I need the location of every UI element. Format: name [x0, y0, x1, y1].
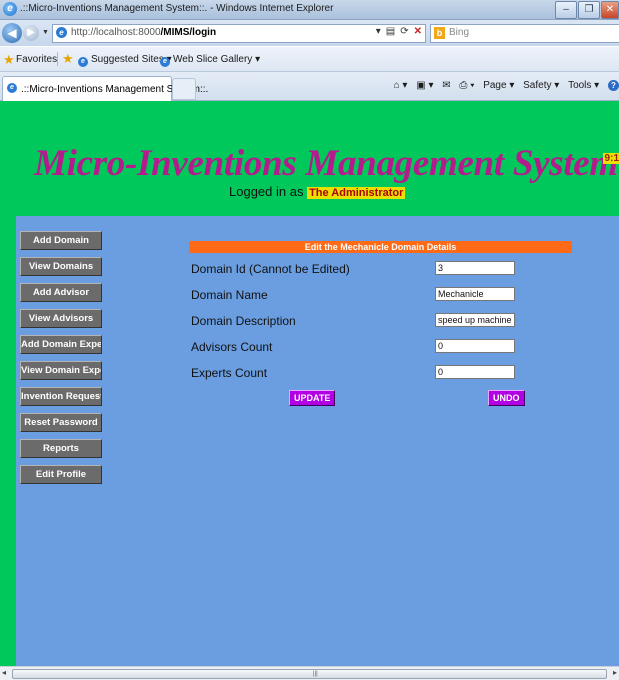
- page-menu[interactable]: Page ▾: [483, 80, 514, 91]
- login-status: Logged in as The Administrator: [229, 184, 406, 199]
- web-slice-gallery-link[interactable]: e Web Slice Gallery ▾: [160, 54, 260, 67]
- forward-arrow-icon[interactable]: ▶: [23, 25, 39, 41]
- experts-count-label: Experts Count: [191, 366, 268, 380]
- domain-description-input[interactable]: speed up machine gene: [435, 313, 515, 327]
- menu-reports[interactable]: Reports: [20, 439, 102, 458]
- form-title: Edit the Mechanicle Domain Details: [189, 241, 572, 253]
- address-controls: ▾ ▤ ⟳ ✕: [376, 26, 422, 37]
- back-arrow-icon[interactable]: ◀: [2, 23, 22, 43]
- add-favorite-icon[interactable]: ★: [62, 51, 74, 67]
- field-domain-id: Domain Id (Cannot be Edited) 3: [189, 257, 572, 283]
- address-url[interactable]: http://localhost:8000/MIMS/login: [71, 27, 216, 38]
- bing-logo-icon: b: [434, 27, 445, 39]
- safety-menu[interactable]: Safety ▾: [523, 80, 559, 91]
- menu-add-advisor[interactable]: Add Advisor: [20, 283, 102, 302]
- advisors-count-input[interactable]: 0: [435, 339, 515, 353]
- window-controls: – ❐ ✕: [554, 0, 619, 19]
- scroll-right-icon[interactable]: ▸: [613, 668, 617, 677]
- history-dropdown-icon[interactable]: ▼: [42, 29, 49, 36]
- scroll-left-icon[interactable]: ◂: [2, 668, 6, 677]
- ie-logo-icon: e: [3, 2, 17, 16]
- tab-strip: e .::Micro-Inventions Management System:…: [0, 72, 619, 101]
- search-placeholder: Bing: [449, 27, 470, 38]
- menu-add-domain[interactable]: Add Domain: [20, 231, 102, 250]
- left-green-strip: [0, 101, 16, 666]
- site-header: Micro-Inventions Management System Logge…: [16, 101, 619, 216]
- menu-invention-requests[interactable]: Invention Requests: [20, 387, 102, 406]
- favorites-bar: ★ Favorites ★ e Suggested Sites ▾ e Web Sl…: [0, 47, 619, 72]
- domain-description-label: Domain Description: [191, 314, 296, 328]
- domain-id-label: Domain Id (Cannot be Edited): [191, 262, 350, 276]
- field-domain-description: Domain Description speed up machine gene: [189, 309, 572, 335]
- compat-view-icon[interactable]: ▤: [386, 26, 395, 37]
- page-viewport: Micro-Inventions Management System Logge…: [0, 101, 619, 666]
- address-bar[interactable]: e http://localhost:8000/MIMS/login ▾ ▤ ⟳…: [52, 24, 426, 43]
- clock: 9:1: [602, 153, 619, 164]
- update-button[interactable]: UPDATE: [289, 390, 336, 406]
- menu-view-advisors[interactable]: View Advisors: [20, 309, 102, 328]
- maximize-icon[interactable]: ❐: [578, 1, 600, 19]
- favorites-button[interactable]: Favorites: [16, 54, 57, 65]
- stop-icon[interactable]: ✕: [414, 26, 422, 37]
- mail-icon[interactable]: ✉: [442, 80, 450, 91]
- refresh-icon[interactable]: ⟳: [400, 26, 408, 37]
- search-box[interactable]: b Bing: [430, 24, 619, 43]
- command-bar: ⌂ ▾ ▣ ▾ ✉ ⎙ ▾ Page ▾ Safety ▾ Tools ▾ ?: [388, 80, 619, 91]
- menu-view-domain-experts[interactable]: View Domain Experts: [20, 361, 102, 380]
- advisors-count-label: Advisors Count: [191, 340, 273, 354]
- address-toolbar: ◀ ▶ ▼ e http://localhost:8000/MIMS/login…: [0, 20, 619, 46]
- page-icon: e: [56, 27, 67, 38]
- window-titlebar: e .::Micro-Inventions Management System:…: [0, 0, 619, 20]
- field-domain-name: Domain Name Mechanicle: [189, 283, 572, 309]
- domain-name-label: Domain Name: [191, 288, 268, 302]
- undo-button[interactable]: UNDO: [488, 390, 525, 406]
- feeds-icon[interactable]: ▣ ▾: [416, 80, 433, 91]
- favorites-star-icon[interactable]: ★: [3, 52, 15, 68]
- help-icon[interactable]: ?: [608, 80, 619, 91]
- field-advisors-count: Advisors Count 0: [189, 335, 572, 361]
- horizontal-scrollbar[interactable]: ◂ ||| ▸: [0, 666, 619, 680]
- edit-domain-form: Edit the Mechanicle Domain Details Domai…: [189, 241, 572, 406]
- ie-page-icon: e: [78, 57, 88, 67]
- window-title: .::Micro-Inventions Management System::.…: [20, 3, 334, 14]
- suggested-sites-link[interactable]: e Suggested Sites ▾: [78, 54, 172, 67]
- tools-menu[interactable]: Tools ▾: [568, 80, 599, 91]
- new-tab-button[interactable]: [172, 78, 196, 100]
- minimize-icon[interactable]: –: [555, 1, 577, 19]
- tab-page-icon: e: [7, 83, 17, 93]
- print-icon[interactable]: ⎙ ▾: [459, 80, 474, 91]
- site-title: Micro-Inventions Management System: [34, 143, 618, 184]
- main-content: Add Domain View Domains Add Advisor View…: [16, 216, 619, 666]
- ie-page-icon: e: [160, 57, 170, 67]
- experts-count-input[interactable]: 0: [435, 365, 515, 379]
- menu-edit-profile[interactable]: Edit Profile: [20, 465, 102, 484]
- side-menu: Add Domain View Domains Add Advisor View…: [20, 231, 102, 491]
- scroll-thumb[interactable]: |||: [12, 669, 607, 679]
- field-experts-count: Experts Count 0: [189, 361, 572, 387]
- current-user: The Administrator: [307, 187, 406, 199]
- home-icon[interactable]: ⌂ ▾: [394, 80, 408, 91]
- close-icon[interactable]: ✕: [601, 1, 619, 19]
- menu-view-domains[interactable]: View Domains: [20, 257, 102, 276]
- divider: [57, 52, 58, 66]
- menu-reset-password[interactable]: Reset Password: [20, 413, 102, 432]
- domain-name-input[interactable]: Mechanicle: [435, 287, 515, 301]
- grip-icon: |||: [313, 671, 318, 677]
- logged-in-label: Logged in as: [229, 184, 304, 199]
- domain-id-input: 3: [435, 261, 515, 275]
- address-dropdown-icon[interactable]: ▾: [376, 26, 381, 37]
- tab-active[interactable]: e .::Micro-Inventions Management System:…: [2, 76, 208, 101]
- menu-add-domain-expert[interactable]: Add Domain Expert: [20, 335, 102, 354]
